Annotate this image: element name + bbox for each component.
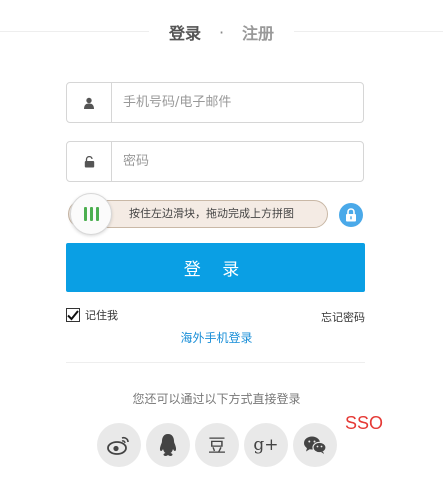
google-plus-glyph: g+: [253, 435, 279, 455]
douban-icon[interactable]: 豆: [195, 423, 239, 467]
lock-icon[interactable]: [339, 203, 363, 227]
weibo-icon[interactable]: [97, 423, 141, 467]
username-field: [66, 82, 364, 123]
auth-tabs: 登录 · 注册: [0, 20, 443, 44]
other-login-methods-text: 您还可以通过以下方式直接登录: [132, 392, 301, 406]
wechat-icon[interactable]: [293, 423, 337, 467]
divider: [66, 362, 365, 363]
remember-me[interactable]: 记住我: [66, 307, 118, 323]
forgot-password-link[interactable]: 忘记密码: [321, 309, 365, 325]
qq-icon[interactable]: [146, 423, 190, 467]
username-input[interactable]: [111, 83, 361, 122]
unlock-icon: [67, 142, 112, 181]
grip-icon: [83, 207, 87, 221]
remember-checkbox[interactable]: [66, 308, 80, 322]
douban-glyph: 豆: [208, 436, 226, 457]
social-login-list: 豆 g+: [97, 423, 337, 467]
sso-annotation: SSO: [345, 413, 384, 433]
check-icon: [67, 309, 79, 320]
user-icon: [67, 83, 112, 122]
overseas-login-link[interactable]: 海外手机登录: [0, 329, 433, 346]
grip-bar: [95, 207, 99, 221]
tab-separator: ·: [218, 22, 225, 42]
captcha-slider-handle[interactable]: [70, 193, 112, 235]
grip-bar: [89, 207, 93, 221]
auth-tabs-inner: 登录 · 注册: [148, 20, 295, 44]
captcha-slider-text: 按住左边滑块，拖动完成上方拼图: [129, 207, 294, 220]
google-plus-icon[interactable]: g+: [244, 423, 288, 467]
tab-register[interactable]: 注册: [242, 20, 274, 44]
login-button[interactable]: 登 录: [66, 243, 365, 292]
password-input[interactable]: [111, 142, 361, 181]
tab-login[interactable]: 登录: [169, 20, 201, 44]
password-field: [66, 141, 364, 182]
remember-label: 记住我: [85, 309, 118, 322]
